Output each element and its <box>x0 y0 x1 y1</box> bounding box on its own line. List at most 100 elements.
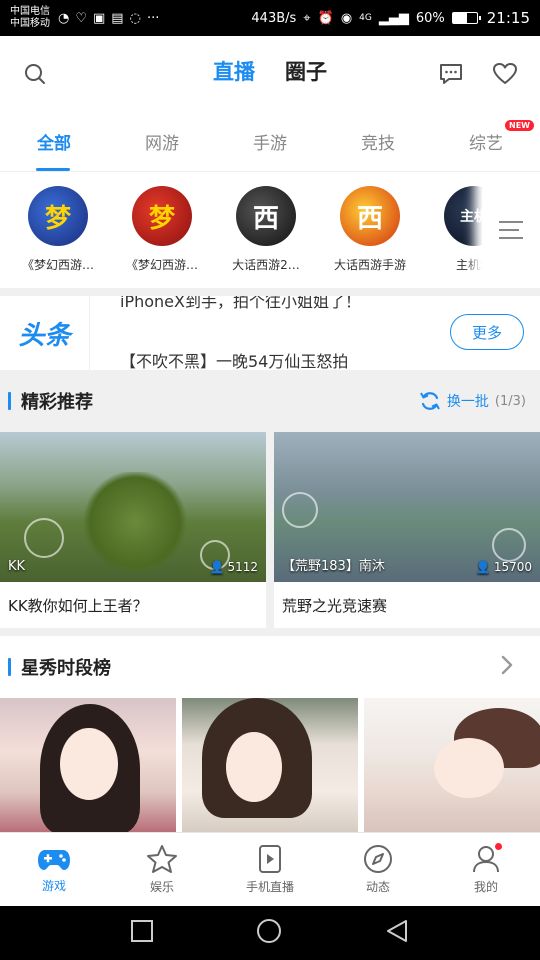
joystick-hud <box>282 492 318 528</box>
recommend-header: 精彩推荐 换一批 (1/3) <box>0 370 540 432</box>
game-label: 大话西游2… <box>232 258 300 272</box>
phone-play-icon <box>259 845 281 873</box>
back-button[interactable] <box>384 918 410 948</box>
battery-percent: 60% <box>415 10 445 26</box>
star-ranking-header[interactable]: 星秀时段榜 <box>0 636 540 698</box>
nav-label: 手机直播 <box>245 880 294 894</box>
viewer-count: 👤 15700 <box>476 560 532 574</box>
health-icon: ♡ <box>75 10 87 26</box>
status-bar: 中国电信 中国移动 ◔ ♡ ▣ ▤ ◌ ··· 443B/s ⌖ ⏰ ◉ 4G … <box>0 0 540 36</box>
category-tabs: 全部 网游 手游 竞技 综艺 NEW <box>0 112 540 172</box>
new-badge: NEW <box>505 120 534 131</box>
viewer-icon: 👤 <box>209 560 225 574</box>
app-icon: ▣ <box>93 10 106 26</box>
toutiao-news: 头条 iPhoneX到手，拍个往小姐姐了！ 【不吹不黑】一晚54万仙玉怒拍 更多 <box>0 296 540 370</box>
game-label: 《梦幻西游… <box>21 258 94 272</box>
tab-all[interactable]: 全部 <box>0 112 108 171</box>
network-speed: 443B/s <box>251 10 297 26</box>
star-icon <box>147 845 177 873</box>
live-card[interactable]: KK 👤 5112 KK教你如何上王者？ <box>0 432 266 628</box>
viewer-count: 👤 5112 <box>210 560 259 574</box>
nav-me[interactable]: 我的 <box>432 833 540 906</box>
divider <box>0 288 540 296</box>
battery-icon <box>451 12 481 24</box>
tab-circle[interactable]: 圈子 <box>285 56 327 86</box>
live-thumbnail: 【荒野183】南沐 👤 15700 <box>274 432 540 582</box>
section-accent-bar <box>8 658 11 676</box>
menu-icon[interactable] <box>482 172 540 288</box>
more-notifications-icon: ··· <box>146 10 160 26</box>
toutiao-logo-text: 头条 <box>18 320 71 351</box>
carrier-info: 中国电信 中国移动 <box>10 6 50 30</box>
message-icon[interactable] <box>434 57 468 91</box>
carrier-1: 中国电信 <box>10 6 50 17</box>
section-accent-bar <box>8 392 11 410</box>
search-icon[interactable] <box>18 57 52 91</box>
game-logo-icon: 梦 <box>28 186 88 246</box>
eye-icon: ◉ <box>340 10 353 26</box>
tab-variety[interactable]: 综艺 NEW <box>432 112 540 171</box>
tab-online-games[interactable]: 网游 <box>108 112 216 171</box>
live-card[interactable]: 【荒野183】南沐 👤 15700 荒野之光竞速赛 <box>274 432 540 628</box>
streamer-photo[interactable] <box>0 698 176 832</box>
section-title: 精彩推荐 <box>21 392 93 413</box>
network-type: 4G <box>359 13 372 23</box>
top-header: 直播 圈子 <box>0 36 540 112</box>
streamer-photo[interactable] <box>364 698 540 832</box>
swap-batch-button[interactable]: 换一批 (1/3) <box>419 390 526 412</box>
photo-face <box>434 738 504 798</box>
sync-icon: ◌ <box>129 10 141 26</box>
news-more-button[interactable]: 更多 <box>450 314 524 350</box>
viewer-icon: 👤 <box>475 560 491 574</box>
fire-button-hud <box>492 528 526 562</box>
tab-variety-label: 综艺 <box>469 134 503 154</box>
live-title: 荒野之光竞速赛 <box>282 597 388 615</box>
swap-count: (1/3) <box>494 393 526 409</box>
scene-bush <box>80 472 190 572</box>
heart-icon[interactable] <box>488 57 522 91</box>
refresh-icon <box>420 392 440 410</box>
streamer-photo[interactable] <box>182 698 358 832</box>
nav-label: 动态 <box>365 880 390 894</box>
gamepad-icon <box>38 850 70 870</box>
game-label: 大话西游手游 <box>333 258 406 272</box>
viewer-count-text: 5112 <box>227 560 258 574</box>
photo-face <box>226 732 282 802</box>
carrier-2: 中国移动 <box>10 18 50 29</box>
game-logo-icon: 西 <box>236 186 296 246</box>
tab-esports[interactable]: 竞技 <box>324 112 432 171</box>
recent-apps-button[interactable] <box>130 919 154 947</box>
news-headline[interactable]: iPhoneX到手，拍个往小姐姐了！ <box>120 296 361 312</box>
photo-face <box>60 728 118 800</box>
star-photo-row <box>0 698 540 832</box>
home-button[interactable] <box>255 917 283 949</box>
game-logo-icon: 梦 <box>132 186 192 246</box>
notification-dot <box>495 843 502 850</box>
nav-label: 我的 <box>473 880 498 894</box>
game-label: 《梦幻西游… <box>125 258 198 272</box>
recommend-cards: KK 👤 5112 KK教你如何上王者？ 【荒野183】南沐 👤 15700 荒… <box>0 432 540 628</box>
game-item[interactable]: 梦 《梦幻西游… <box>110 172 214 288</box>
game-item[interactable]: 西 大话西游2… <box>214 172 318 288</box>
signal-icon: ▂▄▆ <box>378 10 409 26</box>
game-item[interactable]: 西 大话西游手游 <box>318 172 422 288</box>
alarm-icon: ⏰ <box>317 10 334 26</box>
nav-feed[interactable]: 动态 <box>324 833 432 906</box>
streamer-name: KK <box>8 559 26 574</box>
news-headline[interactable]: 【不吹不黑】一晚54万仙玉怒拍 <box>120 348 348 370</box>
tab-mobile-games[interactable]: 手游 <box>216 112 324 171</box>
nav-mobile-live[interactable]: 手机直播 <box>216 833 324 906</box>
bottom-navigation: 游戏 娱乐 手机直播 动态 我的 <box>0 832 540 906</box>
clock: 21:15 <box>486 9 530 27</box>
nav-games[interactable]: 游戏 <box>0 833 108 906</box>
section-title: 星秀时段榜 <box>21 658 111 679</box>
chevron-right-icon <box>500 654 514 680</box>
game-logo-icon: 西 <box>340 186 400 246</box>
nav-entertainment[interactable]: 娱乐 <box>108 833 216 906</box>
tab-live[interactable]: 直播 <box>213 56 255 86</box>
game-item[interactable]: 梦 《梦幻西游… <box>6 172 110 288</box>
system-navigation-bar <box>0 906 540 960</box>
live-thumbnail: KK 👤 5112 <box>0 432 266 582</box>
nav-label: 娱乐 <box>149 880 174 894</box>
streamer-name: 【荒野183】南沐 <box>282 559 385 574</box>
